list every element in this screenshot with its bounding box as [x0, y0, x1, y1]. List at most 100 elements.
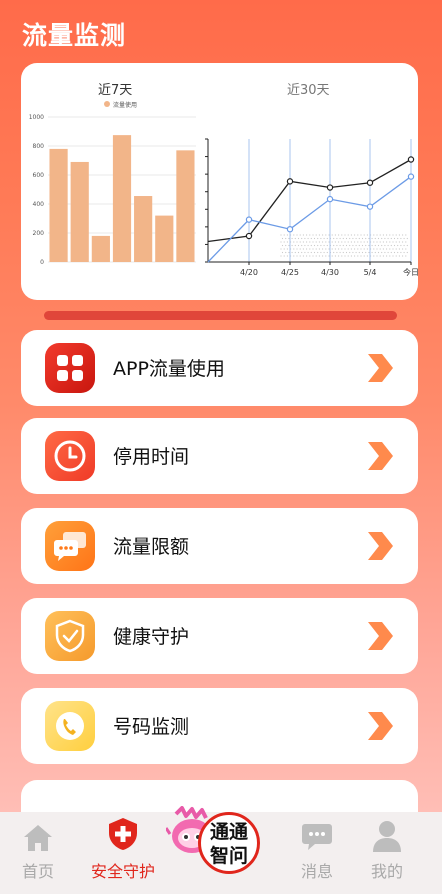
data-point — [245, 216, 253, 223]
area-dot — [280, 234, 282, 236]
area-dot — [361, 237, 364, 240]
area-dot — [382, 234, 384, 236]
area-dot — [294, 251, 296, 254]
menu-item-health-guard[interactable]: 健康守护 — [21, 598, 418, 674]
line-chart: 4/20 4/25 4/30 5/4 今日 — [205, 138, 418, 277]
area-dot — [301, 244, 303, 247]
area-dot — [376, 234, 378, 236]
area-dot — [283, 241, 285, 243]
area-dot — [360, 255, 362, 257]
area-dot — [342, 237, 344, 240]
area-dot — [312, 248, 314, 250]
chevron-right-icon — [368, 442, 393, 470]
area-dot — [320, 251, 322, 254]
area-dot — [345, 244, 348, 247]
area-dot — [406, 237, 408, 240]
area-dot — [392, 241, 394, 243]
area-dot — [328, 234, 330, 236]
area-dot — [384, 244, 386, 247]
area-dot — [373, 255, 375, 257]
area-dot — [379, 234, 381, 236]
bar — [49, 148, 68, 262]
area-dot — [280, 248, 282, 250]
menu-item-app-traffic[interactable]: APP流量使用 — [21, 330, 418, 406]
area-dot — [294, 244, 296, 247]
area-dot — [398, 255, 400, 257]
chevron-right-icon — [368, 354, 393, 382]
bar — [112, 135, 132, 262]
area-dot — [288, 244, 290, 247]
y-tick-label: 800 — [33, 143, 45, 150]
area-dot — [341, 255, 343, 257]
chat-bubble-icon — [45, 521, 95, 571]
area-dot — [302, 234, 304, 236]
area-dot — [334, 248, 336, 250]
area-dot — [406, 244, 408, 247]
area-dot — [318, 255, 320, 257]
area-dot — [325, 241, 327, 243]
tab-security-label: 安全守护 — [90, 862, 155, 881]
area-dot — [333, 237, 335, 240]
area-dot — [402, 234, 404, 236]
menu-label: 号码监测 — [113, 716, 190, 738]
area-dot — [374, 251, 376, 254]
area-dot — [395, 248, 397, 250]
tab-home[interactable]: 首页 — [0, 812, 78, 882]
area-dot — [350, 248, 352, 250]
area-dot — [286, 255, 288, 257]
area-dot — [315, 234, 317, 236]
area-dot — [306, 234, 308, 236]
area-dot — [315, 248, 317, 250]
area-dot — [402, 255, 404, 257]
area-dot — [377, 251, 380, 254]
area-dot — [397, 237, 399, 240]
area-dot — [291, 237, 293, 240]
menu-item-number-monitor[interactable]: 号码监测 — [21, 688, 418, 764]
tab-security[interactable]: 安全守护 — [80, 812, 166, 882]
area-dot — [389, 255, 391, 257]
area-dot — [357, 255, 359, 257]
area-dot — [286, 248, 288, 250]
area-dot — [331, 255, 333, 257]
area-dot — [285, 244, 287, 247]
area-dot — [374, 244, 376, 247]
area-dot — [386, 241, 388, 243]
menu-item-traffic-limit[interactable]: 流量限额 — [21, 508, 418, 584]
area-dot — [398, 248, 400, 250]
area-dot — [357, 248, 359, 250]
area-dot — [344, 241, 346, 243]
area-dot — [393, 237, 396, 240]
tab-mine[interactable]: 我的 — [347, 812, 427, 882]
area-dot — [379, 255, 381, 257]
area-dot — [386, 248, 388, 250]
y-tick-label: 200 — [33, 230, 45, 237]
area-dot — [313, 244, 316, 247]
data-point — [366, 203, 374, 210]
area-dot — [365, 251, 367, 254]
area-dot — [338, 234, 340, 236]
area-dot — [350, 241, 352, 243]
area-dot — [281, 251, 284, 254]
area-dot — [322, 241, 324, 243]
area-dot — [387, 237, 389, 240]
bar-chart: 流量使用 0 200 400 600 800 1000 — [29, 101, 196, 266]
area-dot — [306, 248, 308, 250]
tab-messages[interactable]: 消息 — [277, 812, 357, 882]
area-dot — [366, 234, 368, 236]
series-line — [207, 158, 412, 243]
area-dot — [382, 248, 384, 250]
area-dot — [376, 248, 378, 250]
area-dot — [333, 251, 335, 254]
area-dot — [357, 234, 359, 236]
traffic-chart: 流量使用 0 200 400 600 800 1000 4/20 4/25 4/30 5/4 今日 — [29, 101, 418, 277]
scroll-indicator[interactable] — [44, 311, 397, 320]
tab-assistant[interactable]: 通通 智问 — [166, 806, 270, 890]
area-dot — [402, 241, 404, 243]
area-dot — [349, 237, 351, 240]
area-dot — [296, 248, 298, 250]
legend-label: 流量使用 — [113, 101, 137, 109]
area-dot — [307, 251, 309, 254]
menu-item-downtime[interactable]: 停用时间 — [21, 418, 418, 494]
area-dot — [400, 237, 402, 240]
area-dot — [379, 241, 381, 243]
